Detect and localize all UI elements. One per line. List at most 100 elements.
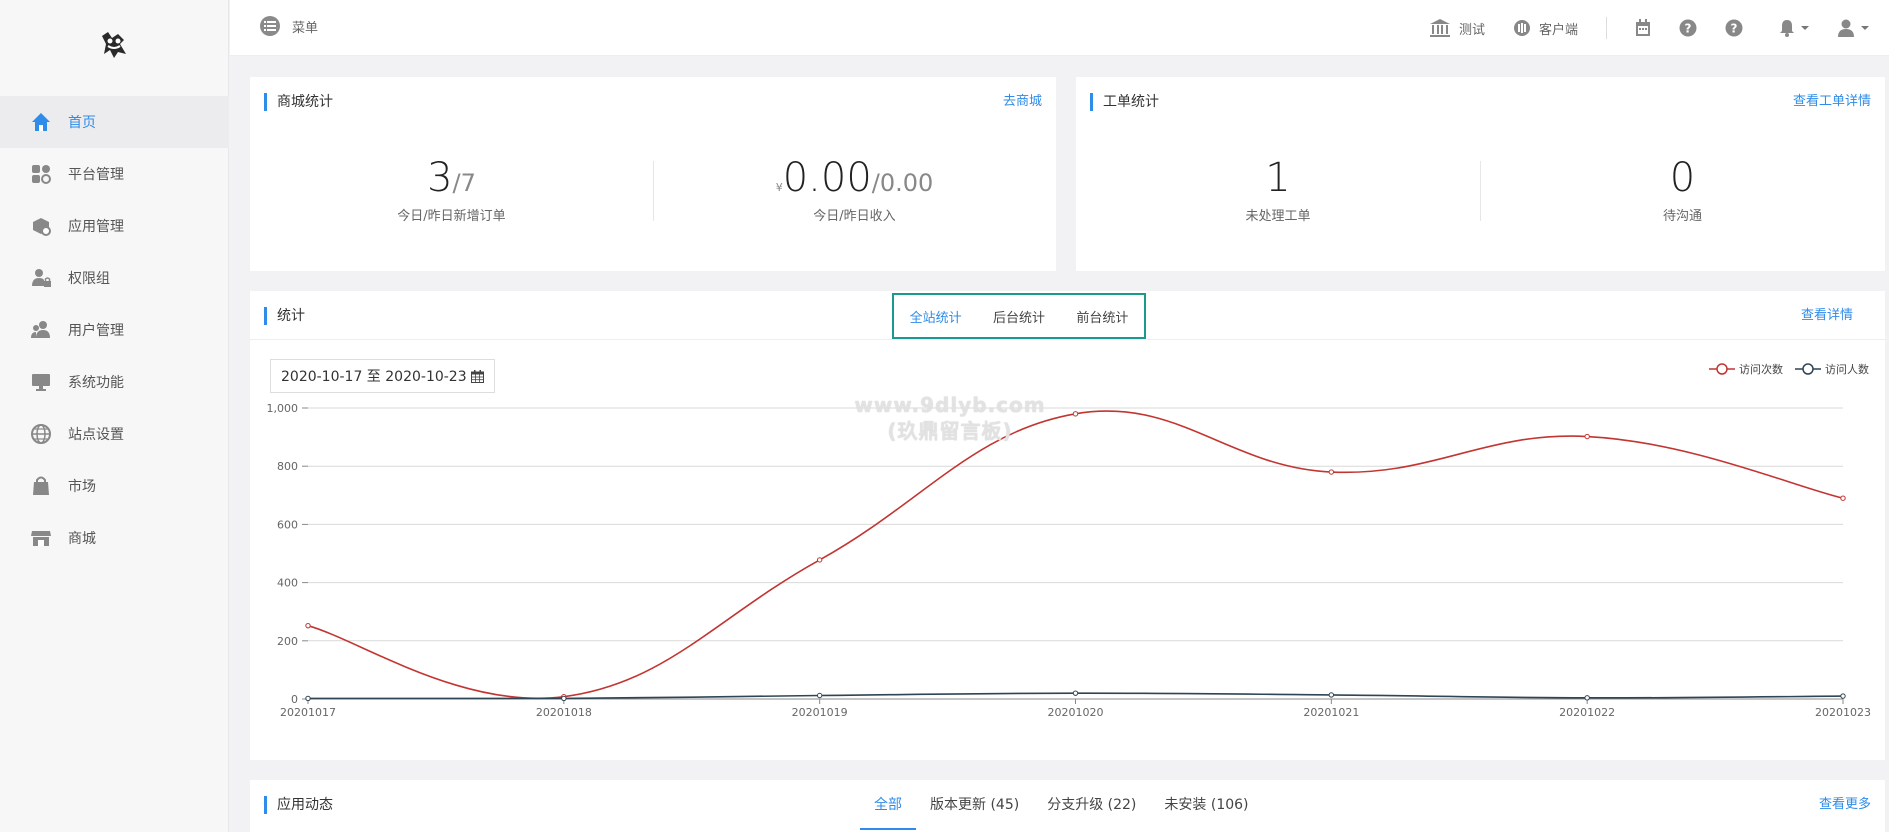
- go-mall-link[interactable]: 去商城: [1003, 93, 1042, 111]
- client-label: 客户端: [1538, 22, 1578, 38]
- legend-label: 访问次数: [1739, 363, 1783, 376]
- platform-icon: [30, 163, 52, 185]
- client-link[interactable]: 客户端: [1513, 19, 1578, 38]
- card-title: 应用动态: [264, 796, 333, 814]
- x-tick-label: 20201017: [280, 706, 336, 719]
- tab-frontend-stats[interactable]: 前台统计: [1076, 307, 1128, 326]
- sidebar-item-label: 平台管理: [68, 167, 124, 183]
- legend-item-visits[interactable]: 访问次数: [1709, 361, 1783, 377]
- tab-not-installed[interactable]: 未安装 (106): [1150, 780, 1262, 830]
- view-more-link[interactable]: 查看更多: [1819, 796, 1871, 814]
- calendar-icon: [470, 369, 484, 383]
- tab-version-updates[interactable]: 版本更新 (45): [916, 780, 1033, 830]
- visits-line-chart: 0 200 400 600 800 1,000 20201017 20201018 202010…: [267, 402, 1872, 719]
- ticket-details-link[interactable]: 查看工单详情: [1793, 93, 1871, 111]
- ticket-stats-card: 工单统计 查看工单详情 1 未处理工单 0 待沟通: [1076, 77, 1885, 271]
- data-point: [1840, 693, 1846, 699]
- menu-toggle-button[interactable]: 菜单: [260, 16, 318, 36]
- pending-stat: 0 待沟通: [1480, 155, 1885, 224]
- unprocessed-label: 未处理工单: [1245, 209, 1311, 224]
- stats-details-link[interactable]: 查看详情: [1801, 307, 1853, 325]
- data-point: [1584, 433, 1590, 440]
- x-tick-label: 20201020: [1048, 706, 1104, 719]
- data-point: [1328, 692, 1335, 698]
- x-tick-label: 20201018: [536, 706, 592, 719]
- pending-label: 待沟通: [1662, 209, 1702, 224]
- notifications-dropdown[interactable]: [1779, 19, 1809, 37]
- activity-tabs: 全部 版本更新 (45) 分支升级 (22) 未安装 (106): [860, 780, 1263, 830]
- legend-item-visitors[interactable]: 访问人数: [1795, 361, 1869, 377]
- data-point: [305, 622, 311, 629]
- date-range-picker[interactable]: 2020-10-17 至 2020-10-23: [270, 359, 495, 393]
- pending-count: 0: [1669, 155, 1696, 201]
- test-label: 测试: [1458, 22, 1485, 38]
- sidebar-item-users[interactable]: 用户管理: [0, 304, 229, 356]
- data-point: [561, 695, 567, 702]
- list-icon: [260, 16, 280, 36]
- tab-admin-stats[interactable]: 后台统计: [993, 307, 1045, 326]
- sidebar-item-apps[interactable]: 应用管理: [0, 200, 229, 252]
- sidebar-item-label: 市场: [68, 479, 96, 495]
- unprocessed-count: 1: [1265, 155, 1291, 201]
- sidebar-item-mall[interactable]: 商城: [0, 512, 229, 564]
- calendar-button[interactable]: [1635, 19, 1651, 37]
- orders-stat: 3/7 今日/昨日新增订单: [250, 155, 653, 224]
- mall-stats-card: 商城统计 去商城 3/7 今日/昨日新增订单 ¥0.00/0.00 今日/昨日收…: [250, 77, 1056, 271]
- x-tick-label: 20201022: [1559, 706, 1615, 719]
- sidebar-item-system[interactable]: 系统功能: [0, 356, 229, 408]
- card-title: 统计: [264, 307, 305, 325]
- svg-text:?: ?: [1731, 22, 1738, 36]
- home-icon: [30, 111, 52, 133]
- sidebar-item-label: 首页: [68, 115, 96, 131]
- tab-branch-upgrades[interactable]: 分支升级 (22): [1033, 780, 1150, 830]
- y-tick-label: 800: [277, 460, 298, 473]
- orders-today: 3: [427, 155, 453, 201]
- help-icon: ?: [1725, 19, 1743, 37]
- sidebar-item-home[interactable]: 首页: [0, 96, 229, 148]
- sidebar-item-label: 权限组: [68, 271, 110, 287]
- chevron-down-icon: [1801, 26, 1809, 30]
- bell-icon: [1780, 20, 1794, 37]
- sidebar-nav: 首页 平台管理 应用管理 权限组 用户管理 系统功能 站点设置 市场 商城: [0, 96, 229, 564]
- test-link[interactable]: 测试: [1429, 18, 1485, 38]
- tab-site-stats[interactable]: 全站统计: [910, 307, 962, 326]
- sidebar-item-site-settings[interactable]: 站点设置: [0, 408, 229, 460]
- divider: [250, 339, 1885, 340]
- sidebar-item-label: 站点设置: [68, 427, 124, 443]
- chart-legend: 访问次数 访问人数: [1697, 361, 1869, 377]
- y-tick-label: 0: [291, 693, 298, 706]
- help-button-1[interactable]: ?: [1679, 19, 1697, 37]
- sidebar-item-market[interactable]: 市场: [0, 460, 229, 512]
- income-yesterday: /0.00: [871, 169, 934, 197]
- user-dropdown[interactable]: [1837, 19, 1869, 37]
- sidebar-item-permissions[interactable]: 权限组: [0, 252, 229, 304]
- user-icon: [1838, 19, 1854, 37]
- statistics-card: 统计 全站统计 后台统计 前台统计 查看详情 2020-10-17 至 2020…: [250, 291, 1885, 760]
- data-point: [816, 692, 823, 699]
- legend-marker-visitors: [1795, 363, 1821, 375]
- help-button-2[interactable]: ?: [1725, 19, 1743, 37]
- data-point: [305, 695, 311, 702]
- stats-tabs: 全站统计 后台统计 前台统计: [892, 293, 1146, 339]
- shopping-bag-icon: [30, 475, 52, 497]
- sidebar-item-platform[interactable]: 平台管理: [0, 148, 229, 200]
- tab-all[interactable]: 全部: [860, 780, 916, 830]
- svg-text:?: ?: [1685, 22, 1692, 36]
- logo: [102, 32, 126, 58]
- store-icon: [30, 527, 52, 549]
- income-today: 0.00: [782, 155, 872, 201]
- currency-symbol: ¥: [775, 181, 783, 194]
- date-range-value: 2020-10-17 至 2020-10-23: [281, 369, 467, 385]
- topbar: 菜单 测试 客户端 ? ?: [230, 0, 1889, 56]
- app-package-icon: [30, 215, 52, 237]
- x-tick-label: 20201019: [792, 706, 848, 719]
- card-title: 商城统计: [264, 93, 333, 111]
- chevron-down-icon: [1861, 26, 1869, 30]
- orders-yesterday: /7: [452, 169, 476, 197]
- data-point: [816, 557, 823, 563]
- client-icon: [1513, 20, 1530, 36]
- users-icon: [30, 319, 52, 341]
- user-lock-icon: [30, 267, 52, 289]
- sidebar-item-label: 用户管理: [68, 323, 124, 339]
- orders-label: 今日/昨日新增订单: [397, 209, 506, 224]
